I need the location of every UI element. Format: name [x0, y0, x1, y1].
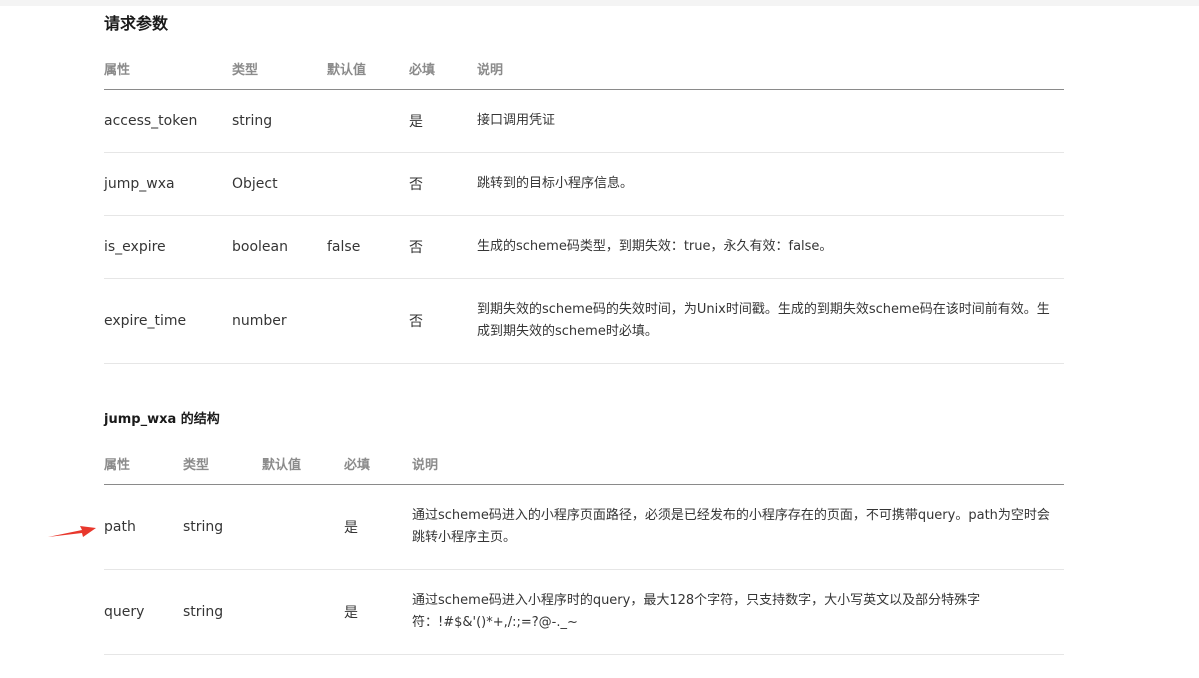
column-header-attribute: 属性	[104, 443, 183, 485]
param-default	[262, 569, 344, 655]
param-default	[327, 278, 409, 364]
param-required: 否	[409, 152, 477, 216]
column-header-description: 说明	[477, 48, 1064, 90]
table-row: query string 是 通过scheme码进入小程序时的query，最大1…	[104, 569, 1064, 655]
table-row: jump_wxa Object 否 跳转到的目标小程序信息。	[104, 152, 1064, 216]
param-type: number	[232, 278, 327, 364]
param-type: boolean	[232, 215, 327, 279]
column-header-type: 类型	[232, 48, 327, 90]
param-required: 是	[409, 89, 477, 153]
param-type: string	[183, 484, 262, 570]
column-header-default: 默认值	[262, 443, 344, 485]
param-type: string	[183, 569, 262, 655]
request-params-table: 属性 类型 默认值 必填 说明 access_token string 是 接口…	[104, 48, 1064, 364]
column-header-type: 类型	[183, 443, 262, 485]
param-name: is_expire	[104, 215, 232, 279]
table-header-row: 属性 类型 默认值 必填 说明	[104, 48, 1064, 90]
column-header-required: 必填	[409, 48, 477, 90]
param-default: false	[327, 215, 409, 279]
param-type: Object	[232, 152, 327, 216]
param-name: jump_wxa	[104, 152, 232, 216]
table-row: path string 是 通过scheme码进入的小程序页面路径，必须是已经发…	[104, 484, 1064, 570]
param-description: 通过scheme码进入小程序时的query，最大128个字符，只支持数字，大小写…	[412, 569, 1064, 655]
param-default	[262, 484, 344, 570]
table-row: is_expire boolean false 否 生成的scheme码类型，到…	[104, 215, 1064, 279]
table-row: expire_time number 否 到期失效的scheme码的失效时间，为…	[104, 278, 1064, 364]
param-name: query	[104, 569, 183, 655]
section-title-request-params: 请求参数	[104, 14, 169, 33]
param-required: 是	[344, 484, 412, 570]
param-default	[327, 152, 409, 216]
section-title-jump-wxa-struct: jump_wxa 的结构	[104, 412, 220, 427]
param-name: expire_time	[104, 278, 232, 364]
red-arrow-icon	[48, 524, 98, 544]
param-required: 否	[409, 278, 477, 364]
column-header-required: 必填	[344, 443, 412, 485]
column-header-description: 说明	[412, 443, 1064, 485]
table-header-row: 属性 类型 默认值 必填 说明	[104, 443, 1064, 485]
column-header-attribute: 属性	[104, 48, 232, 90]
param-required: 否	[409, 215, 477, 279]
table-row: access_token string 是 接口调用凭证	[104, 89, 1064, 153]
param-default	[327, 89, 409, 153]
param-name: access_token	[104, 89, 232, 153]
param-description: 跳转到的目标小程序信息。	[477, 152, 1064, 216]
param-description: 通过scheme码进入的小程序页面路径，必须是已经发布的小程序存在的页面，不可携…	[412, 484, 1064, 570]
param-required: 是	[344, 569, 412, 655]
jump-wxa-struct-table: 属性 类型 默认值 必填 说明 path string 是 通过scheme码进…	[104, 443, 1064, 655]
param-description: 生成的scheme码类型，到期失效：true，永久有效：false。	[477, 215, 1064, 279]
param-description: 到期失效的scheme码的失效时间，为Unix时间戳。生成的到期失效scheme…	[477, 278, 1064, 364]
param-type: string	[232, 89, 327, 153]
param-name: path	[104, 484, 183, 570]
access-token-link[interactable]: 接口调用凭证	[477, 89, 1064, 153]
column-header-default: 默认值	[327, 48, 409, 90]
top-scroll-strip	[0, 0, 1199, 6]
